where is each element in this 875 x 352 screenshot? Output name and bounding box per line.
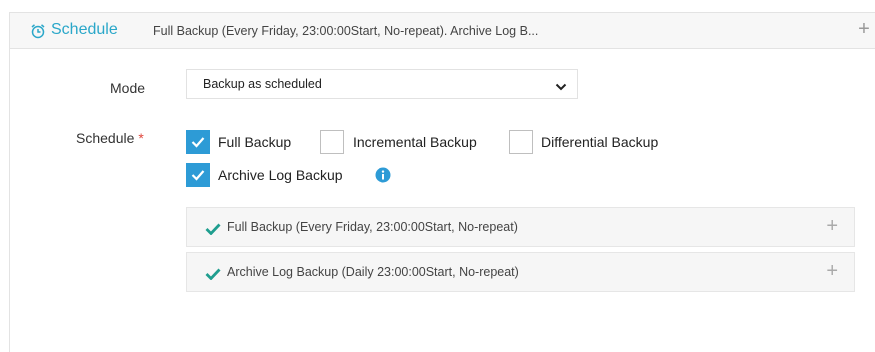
required-asterisk: * (138, 130, 144, 146)
expand-plus-icon[interactable]: + (854, 19, 874, 39)
incremental-backup-label[interactable]: Incremental Backup (353, 134, 477, 150)
full-backup-schedule-row[interactable]: Full Backup (Every Friday, 23:00:00Start… (186, 207, 855, 247)
full-backup-schedule-text: Full Backup (Every Friday, 23:00:00Start… (227, 220, 518, 234)
panel-title: Schedule (51, 21, 118, 38)
full-backup-checkbox[interactable] (186, 130, 210, 154)
expand-plus-icon[interactable]: + (826, 261, 838, 281)
incremental-backup-checkbox[interactable] (320, 130, 344, 154)
archive-log-schedule-row[interactable]: Archive Log Backup (Daily 23:00:00Start,… (186, 252, 855, 292)
schedule-panel-header[interactable]: Schedule Full Backup (Every Friday, 23:0… (10, 13, 875, 49)
differential-backup-checkbox[interactable] (509, 130, 533, 154)
expand-plus-icon[interactable]: + (826, 216, 838, 236)
archive-log-backup-checkbox[interactable] (186, 163, 210, 187)
mode-label: Mode (110, 80, 146, 96)
mode-select-value: Backup as scheduled (203, 77, 322, 91)
differential-backup-label[interactable]: Differential Backup (541, 134, 658, 150)
check-icon (205, 267, 221, 285)
full-backup-label[interactable]: Full Backup (218, 134, 291, 150)
mode-select[interactable]: Backup as scheduled (186, 69, 578, 99)
archive-log-backup-label[interactable]: Archive Log Backup (218, 167, 343, 183)
schedule-label: Schedule * (76, 130, 144, 146)
info-icon[interactable] (375, 167, 391, 183)
schedule-summary: Full Backup (Every Friday, 23:00:00Start… (153, 24, 539, 38)
schedule-panel: Schedule Full Backup (Every Friday, 23:0… (9, 12, 875, 352)
alarm-clock-icon (30, 23, 46, 39)
archive-log-schedule-text: Archive Log Backup (Daily 23:00:00Start,… (227, 265, 519, 279)
chevron-down-icon (555, 79, 567, 91)
check-icon (205, 222, 221, 240)
